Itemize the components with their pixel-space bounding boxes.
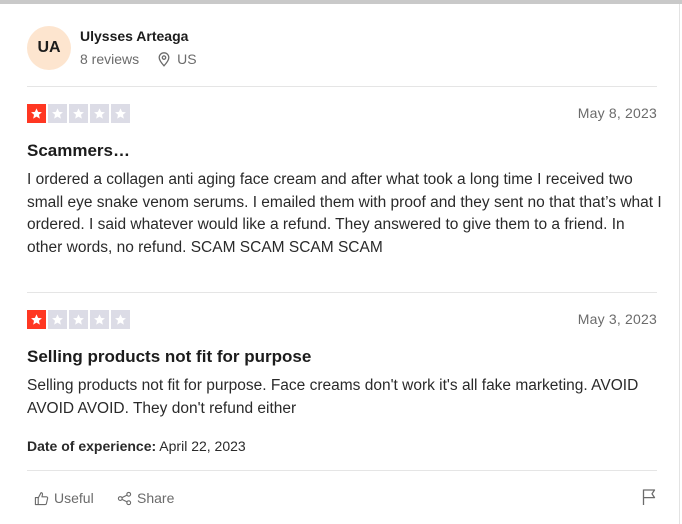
star-rating bbox=[27, 310, 130, 329]
review-date: May 3, 2023 bbox=[577, 311, 657, 327]
star-icon bbox=[27, 104, 46, 123]
avatar[interactable]: UA bbox=[27, 26, 71, 70]
divider bbox=[27, 86, 657, 87]
star-icon bbox=[90, 104, 109, 123]
date-of-experience: Date of experience: April 22, 2023 bbox=[27, 438, 246, 454]
experience-label: Date of experience: bbox=[27, 438, 157, 454]
review-body: I ordered a collagen anti aging face cre… bbox=[27, 171, 662, 256]
reviewer-country: US bbox=[177, 51, 197, 67]
star-icon bbox=[48, 310, 67, 329]
star-icon bbox=[69, 104, 88, 123]
star-rating bbox=[27, 104, 130, 123]
flag-icon[interactable] bbox=[641, 488, 657, 511]
reviews-count: 8 reviews bbox=[80, 51, 140, 67]
useful-label: Useful bbox=[54, 490, 94, 506]
star-icon bbox=[27, 310, 46, 329]
star-icon bbox=[69, 310, 88, 329]
review-body: Selling products not fit for purpose. Fa… bbox=[27, 377, 639, 417]
review-title[interactable]: Selling products not fit for purpose bbox=[27, 347, 311, 367]
review-date: May 8, 2023 bbox=[577, 105, 657, 121]
share-label: Share bbox=[137, 490, 175, 506]
divider bbox=[27, 292, 657, 293]
divider bbox=[27, 470, 657, 471]
star-icon bbox=[48, 104, 67, 123]
experience-date: April 22, 2023 bbox=[159, 438, 246, 454]
review-title[interactable]: Scammers… bbox=[27, 141, 130, 161]
location-icon bbox=[157, 51, 171, 67]
star-icon bbox=[111, 310, 130, 329]
useful-button[interactable]: Useful bbox=[34, 490, 94, 506]
reviewer-name[interactable]: Ulysses Arteaga bbox=[80, 28, 188, 44]
thumbs-up-icon bbox=[34, 491, 49, 506]
star-icon bbox=[111, 104, 130, 123]
share-icon bbox=[117, 491, 132, 506]
reviewer-meta: 8 reviews US bbox=[80, 51, 197, 67]
avatar-initials: UA bbox=[37, 39, 61, 56]
star-icon bbox=[90, 310, 109, 329]
share-button[interactable]: Share bbox=[117, 490, 174, 506]
